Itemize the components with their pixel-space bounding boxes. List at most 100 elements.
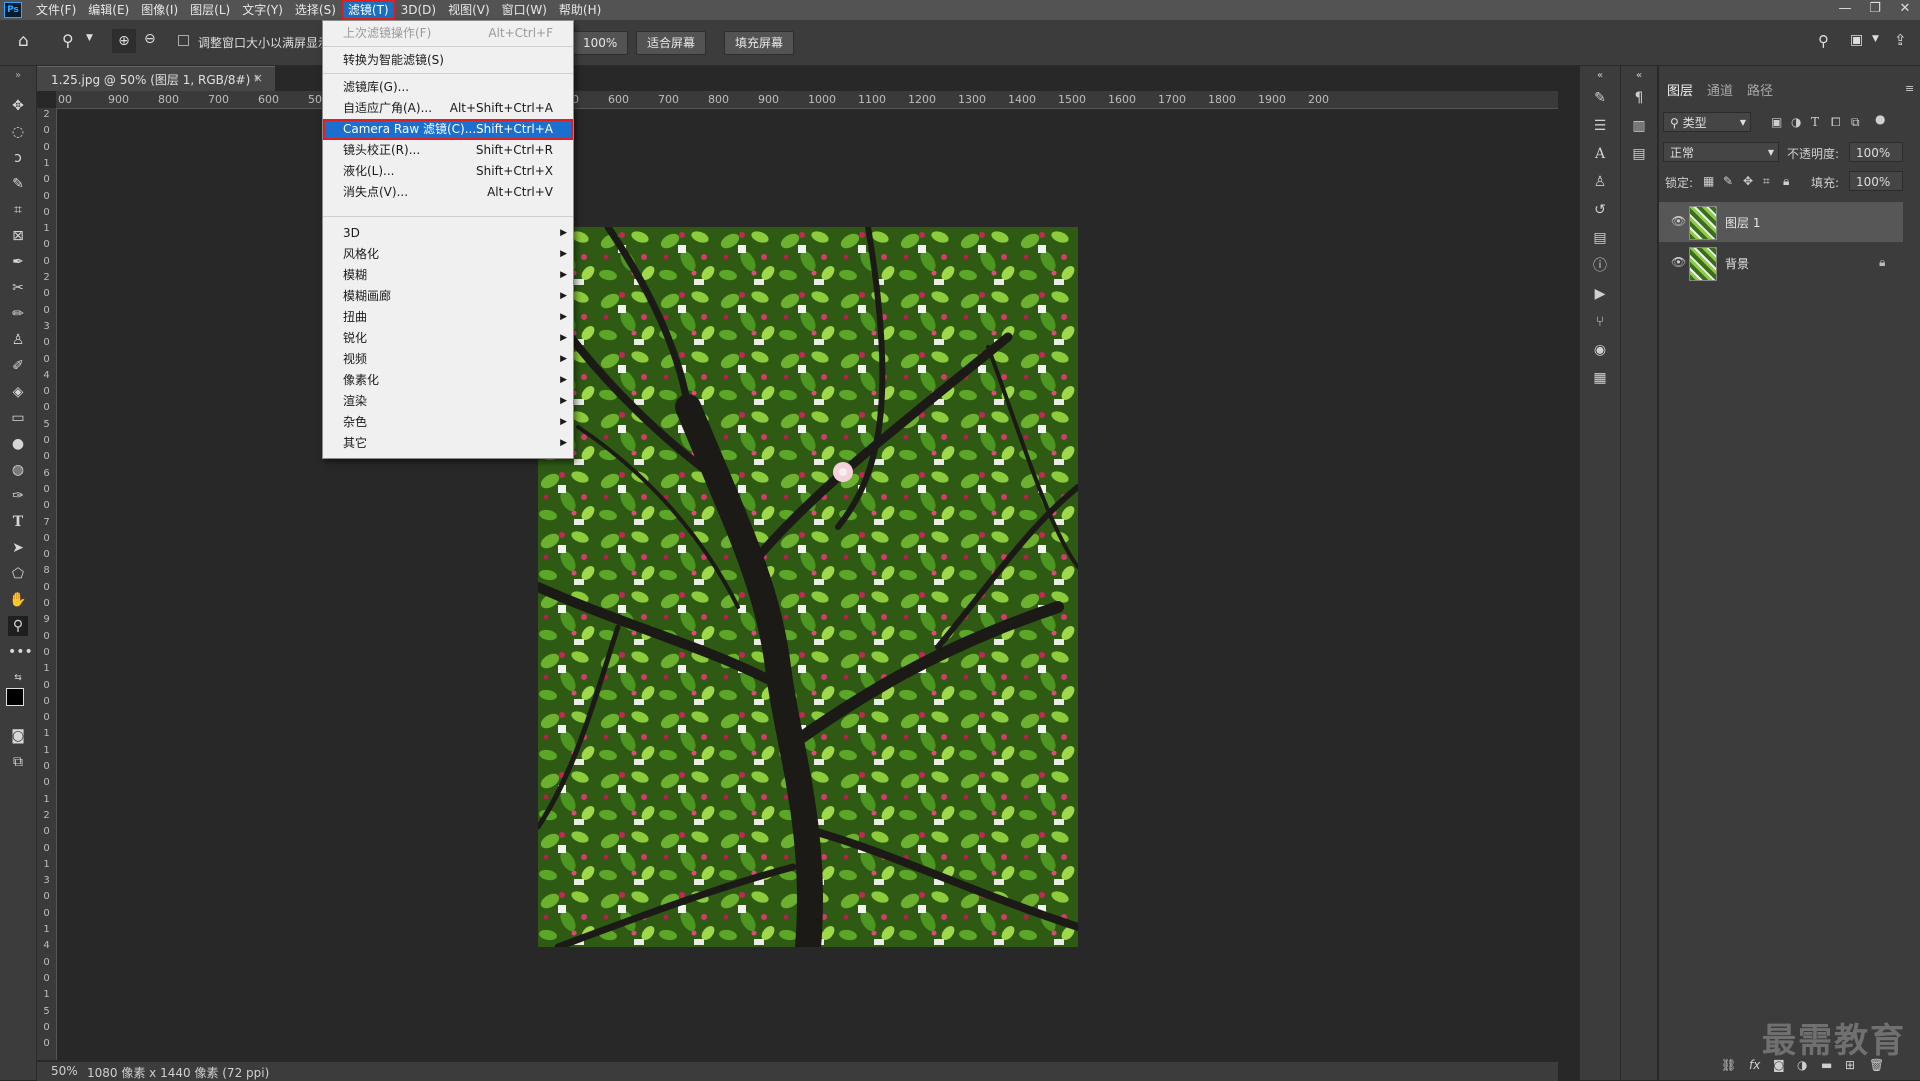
- notes-icon[interactable]: ▤: [1629, 144, 1649, 164]
- brush-settings-icon[interactable]: ✎: [1590, 88, 1610, 108]
- stamp-tool-icon[interactable]: ♙: [8, 330, 28, 350]
- zoom-out-icon[interactable]: ⊖: [144, 31, 156, 47]
- document-image[interactable]: [533, 223, 1082, 960]
- submenu-blur[interactable]: 模糊 ▶: [323, 265, 573, 286]
- menu-filter[interactable]: 滤镜(T): [341, 0, 395, 20]
- foreground-color-swatch[interactable]: [6, 688, 24, 706]
- history-icon[interactable]: ↺: [1590, 200, 1610, 220]
- tab-channels[interactable]: 通道: [1707, 80, 1733, 99]
- path-select-tool-icon[interactable]: ➤: [8, 538, 28, 558]
- tab-paths[interactable]: 路径: [1747, 80, 1773, 99]
- healing-tool-icon[interactable]: ✂: [8, 278, 28, 298]
- info-icon[interactable]: ⓘ: [1590, 256, 1610, 276]
- clone-source-icon[interactable]: ♙: [1590, 172, 1610, 192]
- blend-mode-select[interactable]: 正常 ▼: [1663, 142, 1779, 162]
- paths-icon[interactable]: ⑂: [1590, 312, 1610, 332]
- eye-icon[interactable]: 👁︎: [1671, 255, 1686, 269]
- libraries-icon[interactable]: ▤: [1590, 228, 1610, 248]
- menu-edit[interactable]: 编辑(E): [82, 0, 135, 20]
- move-tool-icon[interactable]: ✥: [8, 96, 28, 116]
- lock-transparent-icon[interactable]: ▦: [1703, 174, 1714, 188]
- menu-item-lens-correction[interactable]: 镜头校正(R)... Shift+Ctrl+R: [323, 140, 573, 161]
- quick-mask-icon[interactable]: ◙: [8, 726, 28, 746]
- close-icon[interactable]: ×: [253, 71, 263, 85]
- resize-window-checkbox[interactable]: [178, 35, 189, 46]
- 3d-icon[interactable]: ◉: [1590, 340, 1610, 360]
- filter-pixel-icon[interactable]: ▣: [1771, 115, 1782, 129]
- submenu-stylize[interactable]: 风格化 ▶: [323, 244, 573, 265]
- layer-row[interactable]: 👁︎ 背景 🔒︎: [1659, 243, 1903, 283]
- table-icon[interactable]: ▦: [1590, 368, 1610, 388]
- menu-item-liquify[interactable]: 液化(L)... Shift+Ctrl+X: [323, 161, 573, 182]
- more-tools-icon[interactable]: •••: [8, 642, 33, 662]
- filter-adjustment-icon[interactable]: ◑: [1791, 115, 1801, 129]
- menu-item-adaptive-wide-angle[interactable]: 自适应广角(A)... Alt+Shift+Ctrl+A: [323, 98, 573, 119]
- zoom-level[interactable]: 50%: [51, 1064, 78, 1078]
- character-icon[interactable]: A: [1590, 144, 1610, 164]
- document-info[interactable]: 1080 像素 x 1440 像素 (72 ppi): [87, 1064, 269, 1081]
- restore-button[interactable]: ❐: [1860, 0, 1890, 20]
- menu-type[interactable]: 文字(Y): [236, 0, 289, 20]
- lock-position-icon[interactable]: ✥: [1743, 174, 1753, 188]
- opacity-input[interactable]: 100%: [1849, 142, 1903, 162]
- submenu-render[interactable]: 渲染 ▶: [323, 391, 573, 412]
- document-tab[interactable]: 1.25.jpg @ 50% (图层 1, RGB/8#) * ×: [37, 66, 275, 91]
- menu-layer[interactable]: 图层(L): [184, 0, 236, 20]
- fx-icon[interactable]: fx: [1749, 1058, 1760, 1072]
- zoom-tool-icon[interactable]: ⚲: [62, 31, 74, 50]
- lock-artboard-icon[interactable]: ⌗: [1763, 174, 1770, 189]
- fill-screen-button[interactable]: 填充屏幕: [724, 31, 795, 55]
- adjustments-icon[interactable]: ☰: [1590, 116, 1610, 136]
- properties-icon[interactable]: ▥: [1629, 116, 1649, 136]
- fill-input[interactable]: 100%: [1849, 171, 1903, 191]
- tab-layers[interactable]: 图层: [1667, 80, 1693, 99]
- home-icon[interactable]: ⌂: [18, 31, 29, 51]
- collapse-icon[interactable]: »: [8, 66, 28, 86]
- lock-all-icon[interactable]: 🔒︎: [1783, 174, 1789, 189]
- marquee-tool-icon[interactable]: ◌: [8, 122, 28, 142]
- close-button[interactable]: ✕: [1890, 0, 1920, 20]
- eraser-tool-icon[interactable]: ◈: [8, 382, 28, 402]
- chevron-down-icon[interactable]: ▼: [86, 33, 93, 43]
- menu-item-camera-raw-filter[interactable]: Camera Raw 滤镜(C)... Shift+Ctrl+A: [323, 119, 573, 140]
- submenu-other[interactable]: 其它 ▶: [323, 433, 573, 454]
- submenu-video[interactable]: 视频 ▶: [323, 349, 573, 370]
- gradient-tool-icon[interactable]: ▭: [8, 408, 28, 428]
- menu-select[interactable]: 选择(S): [289, 0, 342, 20]
- quick-select-tool-icon[interactable]: ✎: [8, 174, 28, 194]
- fit-screen-button[interactable]: 适合屏幕: [636, 31, 707, 55]
- menu-item-convert-smart-filter[interactable]: 转换为智能滤镜(S): [323, 50, 573, 71]
- submenu-3d[interactable]: 3D ▶: [323, 223, 573, 244]
- crop-tool-icon[interactable]: ⌗: [8, 200, 28, 220]
- paragraph-icon[interactable]: ¶: [1629, 88, 1649, 108]
- collapse-icon[interactable]: «: [1629, 66, 1649, 86]
- search-icon[interactable]: ⚲: [1818, 32, 1829, 50]
- menu-file[interactable]: 文件(F): [30, 0, 82, 20]
- minimize-button[interactable]: —: [1830, 0, 1860, 20]
- link-layers-icon[interactable]: ⛓: [1721, 1058, 1736, 1072]
- menu-image[interactable]: 图像(I): [135, 0, 184, 20]
- layer-filter-select[interactable]: ⚲ 类型 ▼: [1663, 112, 1751, 132]
- eyedropper-tool-icon[interactable]: ✒: [8, 252, 28, 272]
- menu-window[interactable]: 窗口(W): [496, 0, 553, 20]
- eye-icon[interactable]: 👁︎: [1671, 214, 1686, 228]
- zoom-tool-icon[interactable]: ⚲: [8, 616, 28, 636]
- submenu-blur-gallery[interactable]: 模糊画廊 ▶: [323, 286, 573, 307]
- zoom-in-icon[interactable]: ⊕: [112, 29, 136, 53]
- type-tool-icon[interactable]: T: [8, 512, 28, 532]
- blur-tool-icon[interactable]: ●: [8, 434, 28, 454]
- share-icon[interactable]: ⇪: [1894, 31, 1907, 49]
- hand-tool-icon[interactable]: ✋: [8, 590, 28, 610]
- zoom-100-button[interactable]: 100%: [572, 31, 629, 55]
- actions-play-icon[interactable]: ▶: [1590, 284, 1610, 304]
- submenu-distort[interactable]: 扭曲 ▶: [323, 307, 573, 328]
- menu-item-filter-gallery[interactable]: 滤镜库(G)...: [323, 77, 573, 98]
- swap-colors-icon[interactable]: ⇆: [8, 668, 28, 688]
- filter-smart-icon[interactable]: ⧉: [1851, 115, 1860, 130]
- submenu-noise[interactable]: 杂色 ▶: [323, 412, 573, 433]
- layer-row[interactable]: 👁︎ 图层 1: [1659, 202, 1903, 242]
- screen-mode-icon[interactable]: ⧉: [8, 752, 28, 772]
- submenu-sharpen[interactable]: 锐化 ▶: [323, 328, 573, 349]
- menu-help[interactable]: 帮助(H): [553, 0, 607, 20]
- lasso-tool-icon[interactable]: ↄ: [8, 148, 28, 168]
